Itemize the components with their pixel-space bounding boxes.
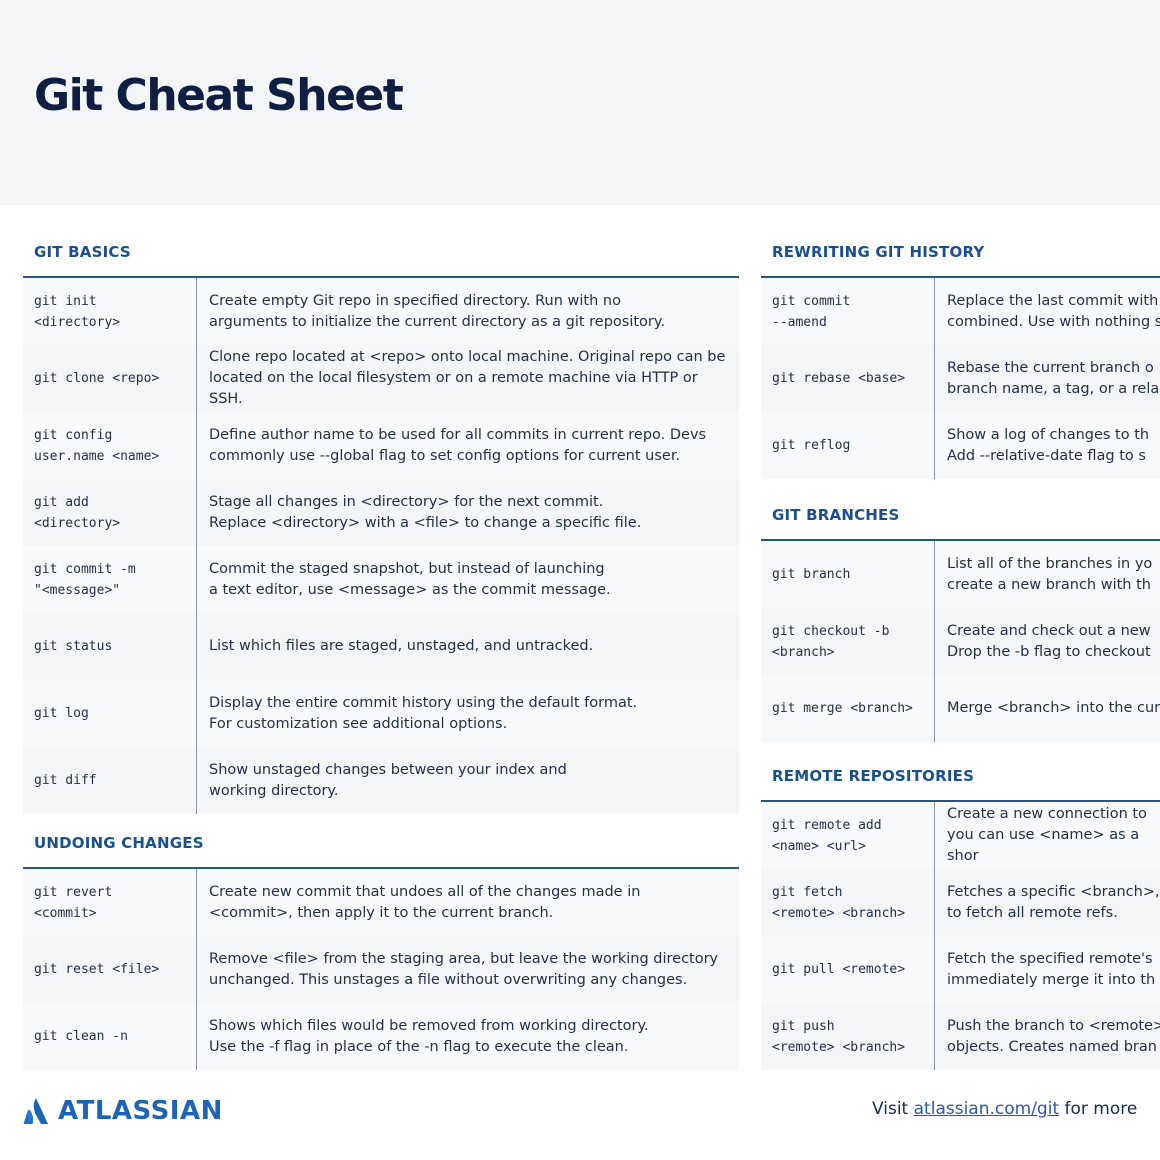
command-description: Create empty Git repo in specified direc…: [209, 292, 666, 330]
command-description: Push the branch to <remote>, objects. Cr…: [947, 1017, 1160, 1055]
command-text: git status: [23, 613, 197, 680]
command-description: Display the entire commit history using …: [209, 694, 638, 732]
visit-suffix: for more: [1059, 1099, 1138, 1119]
section-undoing-changes: UNDOING CHANGES git revert <commit> Creat…: [23, 829, 739, 1070]
command-text: git init <directory>: [23, 278, 197, 345]
command-row: git commit -m "<message>" Commit the stag…: [23, 546, 739, 613]
command-row: git clone <repo> Clone repo located at <r…: [23, 345, 739, 412]
command-description: Show a log of changes to th Add --relati…: [947, 426, 1150, 464]
command-description: Shows which files would be removed from …: [209, 1017, 649, 1055]
atlassian-mark-icon: [23, 1098, 48, 1124]
command-row: git diff Show unstaged changes between yo…: [23, 747, 739, 814]
section-title: GIT BRANCHES: [761, 501, 1160, 541]
command-row: git merge <branch> Merge <branch> into th…: [761, 675, 1160, 742]
command-description: Replace the last commit with combined. U…: [947, 292, 1160, 330]
command-description: Rebase the current branch o branch name,…: [947, 359, 1160, 397]
command-row: git rebase <base> Rebase the current bran…: [761, 345, 1160, 412]
command-text: git clean -n: [23, 1003, 197, 1070]
command-description: Define author name to be used for all co…: [209, 426, 707, 464]
section-remote-repositories: REMOTE REPOSITORIES git remote add <name…: [761, 762, 1160, 1070]
command-row: git commit --amend Replace the last commi…: [761, 278, 1160, 345]
atlassian-logo: ATLASSIAN: [23, 1096, 223, 1126]
section-title: REWRITING GIT HISTORY: [761, 238, 1160, 278]
command-text: git remote add <name> <url>: [761, 802, 935, 869]
command-text: git reset <file>: [23, 936, 197, 1003]
header-banner: Git Cheat Sheet: [0, 0, 1160, 205]
visit-prefix: Visit: [872, 1099, 914, 1119]
footer-visit-text: Visit atlassian.com/git for more: [872, 1099, 1137, 1119]
command-description: Create new commit that undoes all of the…: [209, 883, 641, 921]
page-title: Git Cheat Sheet: [34, 70, 404, 121]
command-description: Merge <branch> into the curr: [947, 700, 1160, 716]
command-text: git commit --amend: [761, 278, 935, 345]
command-row: git reset <file> Remove <file> from the s…: [23, 936, 739, 1003]
command-row: git pull <remote> Fetch the specified rem…: [761, 936, 1160, 1003]
command-description: Fetches a specific <branch>, f to fetch …: [947, 883, 1160, 921]
command-row: git log Display the entire commit history…: [23, 680, 739, 747]
command-row: git status List which files are staged, u…: [23, 613, 739, 680]
section-title: REMOTE REPOSITORIES: [761, 762, 1160, 802]
command-row: git reflog Show a log of changes to th Ad…: [761, 412, 1160, 479]
command-row: git clean -n Shows which files would be r…: [23, 1003, 739, 1070]
command-description: Commit the staged snapshot, but instead …: [209, 560, 611, 598]
command-description: Create a new connection to you can use <…: [947, 806, 1147, 864]
command-text: git revert <commit>: [23, 869, 197, 936]
command-text: git fetch <remote> <branch>: [761, 869, 935, 936]
section-title: UNDOING CHANGES: [23, 829, 739, 869]
command-text: git clone <repo>: [23, 345, 197, 412]
command-description: Create and check out a new Drop the -b f…: [947, 622, 1151, 660]
section-rewriting-history: REWRITING GIT HISTORY git commit --amend…: [761, 238, 1160, 479]
command-row: git branch List all of the branches in yo…: [761, 541, 1160, 608]
section-git-basics: GIT BASICS git init <directory> Create em…: [23, 238, 739, 814]
command-text: git push <remote> <branch>: [761, 1003, 935, 1070]
section-git-branches: GIT BRANCHES git branch List all of the b…: [761, 501, 1160, 742]
command-description: List all of the branches in yo create a …: [947, 555, 1153, 593]
command-text: git commit -m "<message>": [23, 546, 197, 613]
brand-wordmark: ATLASSIAN: [58, 1096, 223, 1126]
command-text: git add <directory>: [23, 479, 197, 546]
command-description: Remove <file> from the staging area, but…: [209, 950, 719, 988]
section-title: GIT BASICS: [23, 238, 739, 278]
command-row: git push <remote> <branch> Push the branc…: [761, 1003, 1160, 1070]
command-row: git fetch <remote> <branch> Fetches a spe…: [761, 869, 1160, 936]
command-row: git config user.name <name> Define author…: [23, 412, 739, 479]
command-text: git checkout -b <branch>: [761, 608, 935, 675]
command-description: List which files are staged, unstaged, a…: [209, 638, 594, 654]
command-description: Stage all changes in <directory> for the…: [209, 493, 642, 531]
command-description: Fetch the specified remote's immediately…: [947, 950, 1156, 988]
command-text: git pull <remote>: [761, 936, 935, 1003]
command-row: git remote add <name> <url> Create a new …: [761, 802, 1160, 869]
command-text: git diff: [23, 747, 197, 814]
command-text: git merge <branch>: [761, 675, 935, 742]
command-description: Clone repo located at <repo> onto local …: [209, 349, 726, 407]
command-text: git log: [23, 680, 197, 747]
atlassian-git-link[interactable]: atlassian.com/git: [914, 1099, 1059, 1119]
command-text: git reflog: [761, 412, 935, 479]
command-row: git add <directory> Stage all changes in …: [23, 479, 739, 546]
command-row: git revert <commit> Create new commit tha…: [23, 869, 739, 936]
command-text: git branch: [761, 541, 935, 608]
command-text: git config user.name <name>: [23, 412, 197, 479]
command-text: git rebase <base>: [761, 345, 935, 412]
command-row: git checkout -b <branch> Create and check…: [761, 608, 1160, 675]
command-description: Show unstaged changes between your index…: [209, 761, 567, 799]
command-row: git init <directory> Create empty Git rep…: [23, 278, 739, 345]
